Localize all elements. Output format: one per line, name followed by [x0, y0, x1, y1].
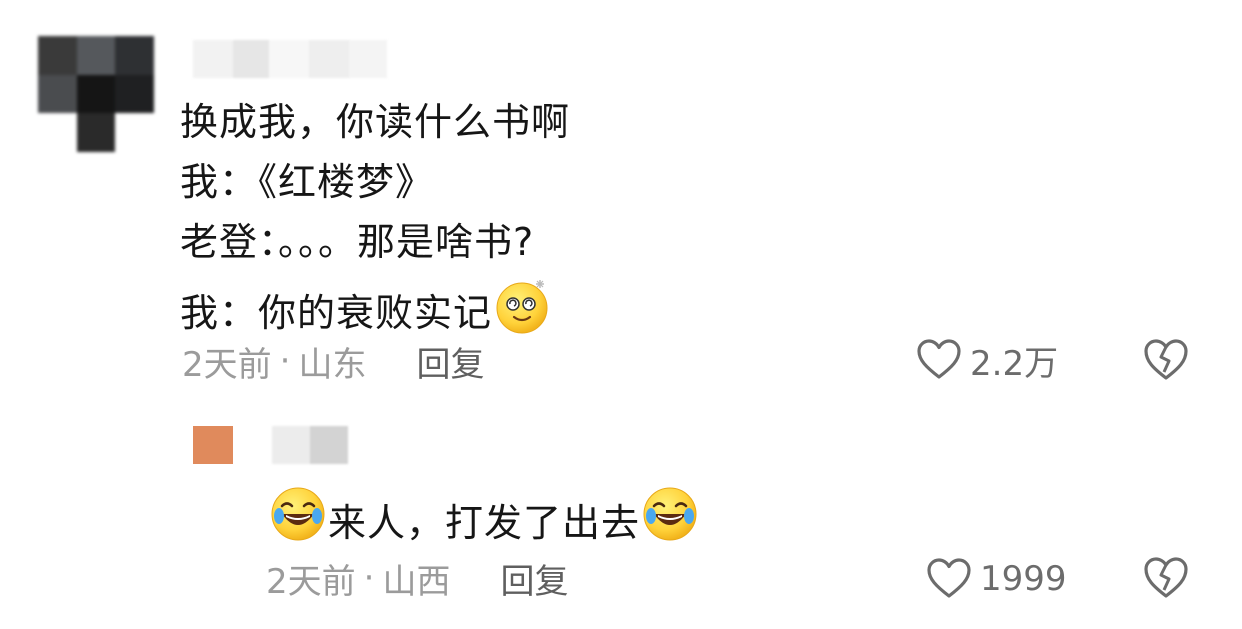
comment-line: 我：《红楼梦》: [180, 160, 435, 204]
like-button[interactable]: 1999: [926, 553, 1067, 605]
separator: ·: [363, 558, 375, 598]
like-count: 1999: [980, 559, 1067, 599]
avatar[interactable]: [38, 36, 154, 152]
comment-line: 老登：。。。那是啥书?: [180, 220, 535, 264]
location: 山东: [298, 344, 367, 385]
comment-text: 换成我，你读什么书啊 我：《红楼梦》 老登：。。。那是啥书? 我：你的衰败实记: [180, 92, 570, 353]
reply-meta: 2天前 · 山西 回复: [266, 553, 568, 603]
rofl-emoji: [640, 484, 700, 561]
comment-line-text: 我：你的衰败实记: [180, 290, 493, 335]
comment-line: 换成我，你读什么书啊: [180, 100, 571, 144]
like-count: 2.2万: [970, 343, 1059, 384]
dizzy-face-emoji: [492, 272, 556, 353]
reply-text: 来人，打发了出去: [268, 484, 700, 561]
separator: ·: [279, 341, 291, 381]
reply-button[interactable]: 回复: [416, 337, 484, 386]
timestamp: 2天前: [182, 344, 272, 385]
comment-meta: 2天前 · 山东 回复: [182, 336, 484, 386]
heart-outline-icon: [917, 339, 961, 379]
like-button[interactable]: 2.2万: [916, 334, 1058, 386]
broken-heart-icon[interactable]: [1142, 336, 1190, 384]
reply-button[interactable]: 回复: [500, 554, 568, 603]
reply-avatar[interactable]: [193, 426, 233, 464]
heart-outline-icon: [927, 558, 971, 598]
timestamp: 2天前: [266, 561, 356, 602]
broken-heart-icon[interactable]: [1142, 554, 1190, 602]
reply-username[interactable]: [272, 426, 348, 464]
reply-content: 来人，打发了出去: [328, 500, 641, 545]
location: 山西: [382, 561, 451, 602]
rofl-emoji: [268, 484, 328, 561]
username[interactable]: [193, 40, 387, 78]
